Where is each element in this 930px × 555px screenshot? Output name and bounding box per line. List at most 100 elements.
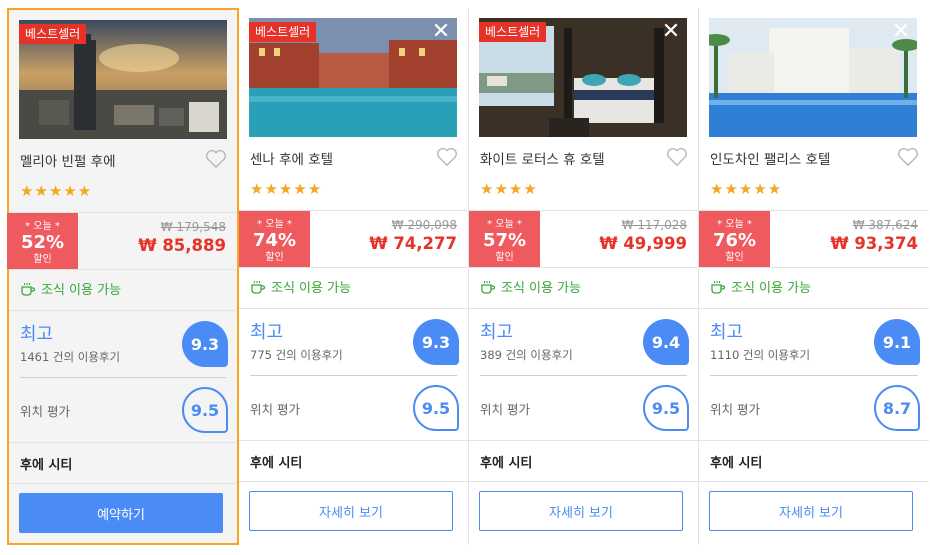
- original-price: ₩ 290,098: [391, 218, 457, 232]
- discount-suffix: 할인: [725, 252, 744, 263]
- rating-word: 최고: [250, 322, 284, 343]
- hotel-photo[interactable]: 베스트셀러 ✕: [249, 18, 457, 137]
- review-score: 9.3: [182, 321, 228, 367]
- heart-icon[interactable]: [897, 147, 919, 167]
- divider: [699, 481, 929, 482]
- today-label: * 오늘 *: [25, 221, 60, 232]
- breakfast-info: 조식 이용 가능: [480, 277, 581, 296]
- sale-price: ₩ 74,277: [369, 234, 457, 253]
- hotel-card[interactable]: 베스트셀러 ✕ 화이트 로터스 휴 호텔 ★★★★ * 오늘 * 57% 할인 …: [469, 8, 699, 545]
- city-name: 후에 시티: [710, 456, 763, 471]
- review-count[interactable]: 1110 건의 이용후기: [710, 347, 810, 363]
- city-name: 후에 시티: [480, 456, 533, 471]
- heart-icon[interactable]: [666, 147, 688, 167]
- review-score: 9.3: [413, 319, 459, 365]
- review-count[interactable]: 389 건의 이용후기: [480, 347, 573, 363]
- heart-icon[interactable]: [205, 149, 227, 169]
- star-rating: ★★★★★: [250, 180, 323, 198]
- hotel-card-list: 베스트셀러 멜리아 빈펄 후에 ★★★★★ * 오늘 * 52% 할인 ₩ 17…: [7, 8, 929, 545]
- hotel-name[interactable]: 인도차인 팰리스 호텔: [710, 148, 830, 168]
- hotel-name[interactable]: 화이트 로터스 휴 호텔: [480, 148, 605, 168]
- divider: [469, 440, 698, 441]
- original-price: ₩ 179,548: [160, 220, 226, 234]
- divider: [239, 267, 468, 268]
- city-name: 후에 시티: [250, 456, 303, 471]
- coffee-cup-icon: [251, 280, 266, 294]
- heart-icon[interactable]: [436, 147, 458, 167]
- location-rating-label: 위치 평가: [250, 402, 300, 417]
- divider: [699, 440, 929, 441]
- star-rating: ★★★★★: [710, 180, 783, 198]
- discount-suffix: 할인: [495, 252, 514, 263]
- divider: [20, 377, 226, 378]
- divider: [239, 481, 468, 482]
- location-rating-label: 위치 평가: [20, 404, 70, 419]
- sale-price: ₩ 85,889: [138, 236, 226, 255]
- rating-word: 최고: [710, 322, 744, 343]
- discount-suffix: 할인: [265, 252, 284, 263]
- original-price: ₩ 117,028: [621, 218, 687, 232]
- details-button[interactable]: 자세히 보기: [479, 491, 683, 531]
- hotel-photo[interactable]: 베스트셀러: [19, 20, 227, 139]
- review-count[interactable]: 1461 건의 이용후기: [20, 349, 120, 365]
- breakfast-info: 조식 이용 가능: [250, 277, 351, 296]
- bestseller-badge: 베스트셀러: [249, 22, 317, 42]
- sale-price: ₩ 93,374: [830, 234, 918, 253]
- hotel-card[interactable]: 베스트셀러 ✕ 센나 후에 호텔 ★★★★★ * 오늘 * 74% 할인 ₩ 2…: [239, 8, 469, 545]
- divider: [239, 308, 468, 309]
- review-score: 9.4: [643, 319, 689, 365]
- hotel-name[interactable]: 멜리아 빈펄 후에: [20, 150, 116, 170]
- discount-percent: 52%: [20, 232, 65, 253]
- bestseller-badge: 베스트셀러: [19, 24, 87, 44]
- discount-percent: 57%: [482, 230, 527, 251]
- hotel-card[interactable]: ✕ 인도차인 팰리스 호텔 ★★★★★ * 오늘 * 76% 할인 ₩ 387,…: [699, 8, 929, 545]
- divider: [9, 310, 237, 311]
- rating-word: 최고: [20, 324, 54, 345]
- divider: [480, 375, 687, 376]
- review-count[interactable]: 775 건의 이용후기: [250, 347, 343, 363]
- city-name: 후에 시티: [20, 458, 73, 473]
- coffee-cup-icon: [711, 280, 726, 294]
- star-rating: ★★★★★: [20, 182, 93, 200]
- discount-percent: 74%: [252, 230, 297, 251]
- discount-badge: * 오늘 * 76% 할인: [699, 211, 770, 267]
- star-rating: ★★★★: [480, 180, 538, 198]
- divider: [9, 483, 237, 484]
- close-icon[interactable]: ✕: [661, 21, 681, 43]
- close-icon[interactable]: ✕: [431, 21, 451, 43]
- divider: [699, 267, 929, 268]
- divider: [239, 440, 468, 441]
- close-icon[interactable]: ✕: [891, 21, 911, 43]
- today-label: * 오늘 *: [717, 219, 752, 230]
- book-button[interactable]: 예약하기: [19, 493, 223, 533]
- location-rating-label: 위치 평가: [710, 402, 760, 417]
- original-price: ₩ 387,624: [852, 218, 918, 232]
- breakfast-label: 조식 이용 가능: [271, 281, 352, 296]
- review-score: 9.1: [874, 319, 920, 365]
- hotel-photo[interactable]: ✕: [709, 18, 917, 137]
- hotel-name[interactable]: 센나 후에 호텔: [250, 148, 333, 168]
- details-button[interactable]: 자세히 보기: [249, 491, 453, 531]
- breakfast-label: 조식 이용 가능: [41, 283, 122, 298]
- location-score: 9.5: [413, 385, 459, 431]
- details-button[interactable]: 자세히 보기: [709, 491, 913, 531]
- divider: [250, 375, 457, 376]
- coffee-cup-icon: [21, 282, 36, 296]
- today-label: * 오늘 *: [487, 219, 522, 230]
- discount-suffix: 할인: [33, 254, 52, 265]
- divider: [699, 308, 929, 309]
- divider: [469, 308, 698, 309]
- breakfast-info: 조식 이용 가능: [20, 279, 121, 298]
- breakfast-label: 조식 이용 가능: [501, 281, 582, 296]
- hotel-card-selected[interactable]: 베스트셀러 멜리아 빈펄 후에 ★★★★★ * 오늘 * 52% 할인 ₩ 17…: [7, 8, 239, 545]
- bestseller-badge: 베스트셀러: [479, 22, 547, 42]
- discount-badge: * 오늘 * 74% 할인: [239, 211, 310, 267]
- breakfast-info: 조식 이용 가능: [710, 277, 811, 296]
- breakfast-label: 조식 이용 가능: [731, 281, 812, 296]
- hotel-photo[interactable]: 베스트셀러 ✕: [479, 18, 687, 137]
- location-score: 9.5: [643, 385, 689, 431]
- divider: [469, 267, 698, 268]
- location-rating-label: 위치 평가: [480, 402, 530, 417]
- coffee-cup-icon: [481, 280, 496, 294]
- today-label: * 오늘 *: [257, 219, 292, 230]
